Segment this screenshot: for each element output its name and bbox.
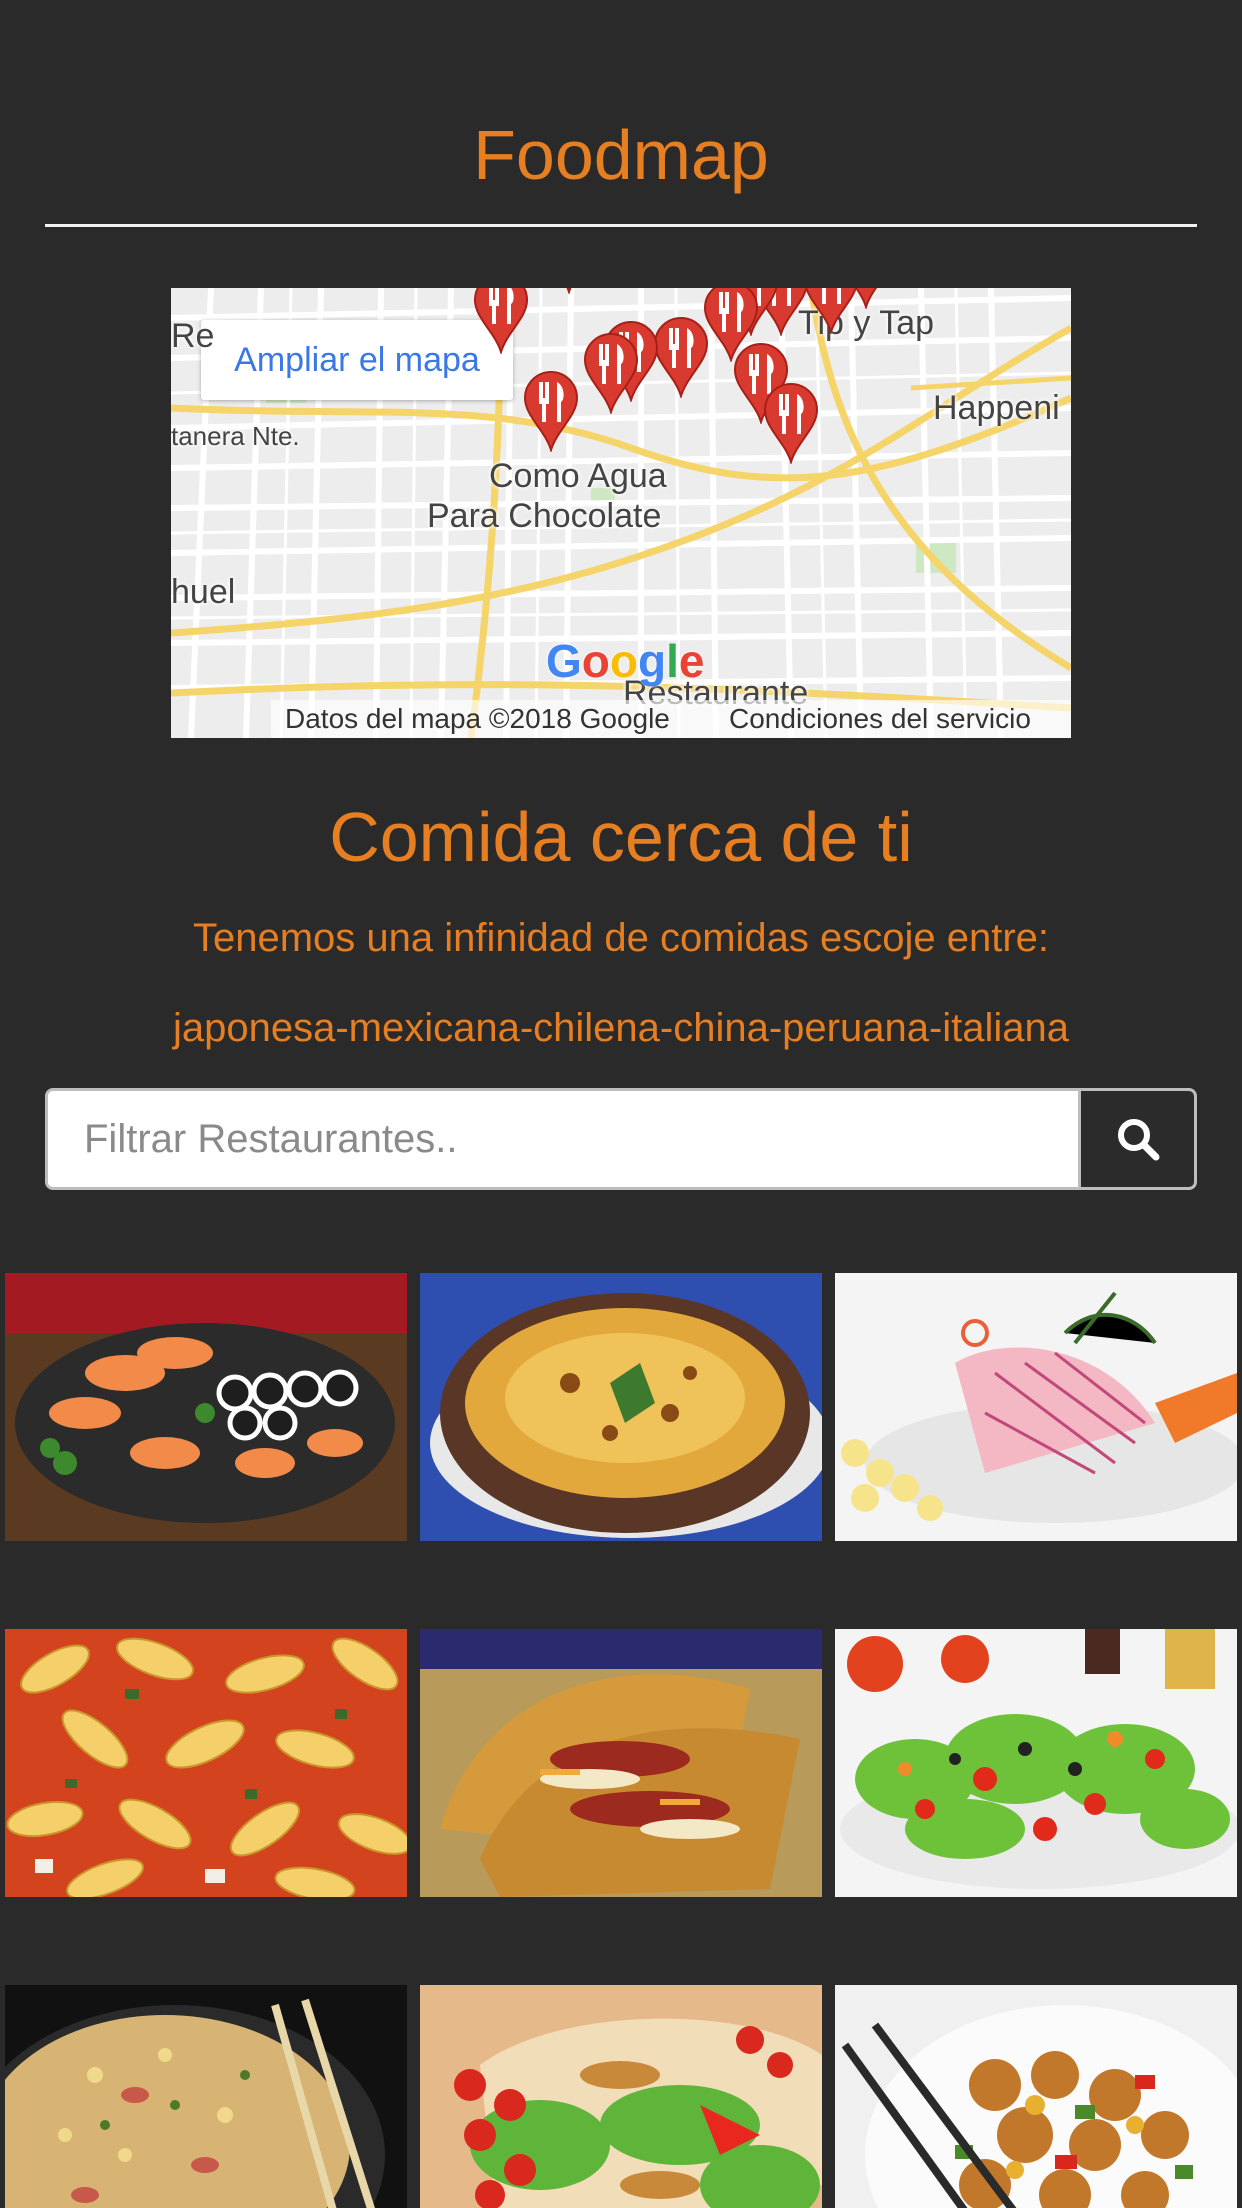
sushi-image: [5, 1273, 407, 1541]
restaurant-marker-icon[interactable]: [581, 330, 641, 416]
app-title: Foodmap: [473, 116, 769, 194]
map-expand-button[interactable]: Ampliar el mapa: [201, 320, 513, 400]
ceviche-image: [835, 1273, 1237, 1541]
restaurant-marker-icon[interactable]: [801, 288, 861, 336]
food-tile-arroz-chaufa[interactable]: [5, 1985, 407, 2208]
map[interactable]: Ampliar el mapa Re Tip y Tap Happeni tan…: [171, 288, 1071, 738]
restaurant-marker-icon[interactable]: [521, 368, 581, 454]
map-footer: Datos del mapa ©2018 Google Condiciones …: [171, 700, 1071, 738]
food-tile-ceviche[interactable]: [835, 1273, 1237, 1541]
pastel-de-choclo-image: [420, 1273, 822, 1541]
arroz-chaufa-image: [5, 1985, 407, 2208]
search-bar: [45, 1088, 1197, 1190]
title-divider: [45, 224, 1197, 227]
map-terms-link[interactable]: Condiciones del servicio: [729, 700, 1031, 738]
map-label: huel: [171, 573, 236, 611]
map-label: Re: [171, 317, 215, 355]
search-input[interactable]: [48, 1091, 1078, 1187]
food-tile-sushi[interactable]: [5, 1273, 407, 1541]
food-tile-pasta-fusilli[interactable]: [5, 1629, 407, 1897]
map-attribution: Datos del mapa ©2018 Google: [285, 703, 670, 734]
map-label: Happeni: [933, 389, 1060, 427]
food-tile-tacos[interactable]: [420, 1629, 822, 1897]
pasta-image: [5, 1629, 407, 1897]
section-title: Comida cerca de ti: [329, 798, 913, 876]
restaurant-marker-icon[interactable]: [471, 288, 531, 356]
ensalada-image: [835, 1629, 1237, 1897]
google-logo: Google: [546, 635, 705, 687]
food-tile-pastel-de-choclo[interactable]: [420, 1273, 822, 1541]
restaurant-marker-icon[interactable]: [539, 288, 599, 296]
map-label: Para Chocolate: [427, 497, 662, 535]
search-icon: [1117, 1119, 1159, 1161]
wraps-image: [420, 1985, 822, 2208]
restaurant-marker-icon[interactable]: [761, 380, 821, 466]
pollo-agridulce-image: [835, 1985, 1237, 2208]
page: Foodmap Ampliar el mapa Re Tip y Tap Hap…: [0, 0, 1242, 2208]
food-tile-pollo-agridulce[interactable]: [835, 1985, 1237, 2208]
section-intro: Tenemos una infinidad de comidas escoje …: [192, 916, 1050, 960]
map-label: tanera Nte.: [171, 421, 300, 451]
food-tile-ensalada[interactable]: [835, 1629, 1237, 1897]
cuisine-list: japonesa-mexicana-chilena-china-peruana-…: [172, 1006, 1070, 1050]
food-tile-wraps[interactable]: [420, 1985, 822, 2208]
map-label: Como Agua: [489, 457, 667, 495]
search-button[interactable]: [1078, 1091, 1194, 1187]
tacos-image: [420, 1629, 822, 1897]
